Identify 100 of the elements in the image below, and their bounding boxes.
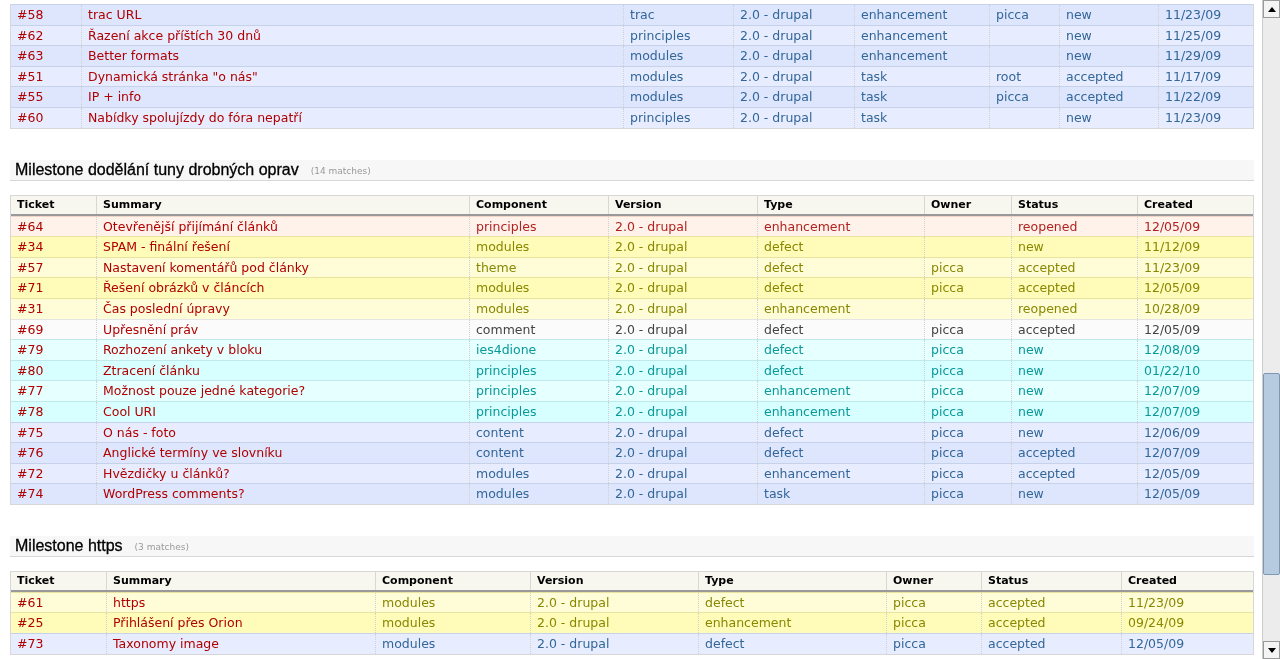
table-cell: ies4dione [476, 342, 537, 358]
column-header[interactable]: Type [757, 195, 924, 214]
ticket-row[interactable]: #77 Možnost pouze jedné kategorie? principles 2.0 - drupal enhancement picca new 12/07/09 [11, 380, 1253, 401]
ticket-link[interactable]: #55 [17, 89, 44, 105]
ticket-link[interactable]: #72 [17, 465, 44, 481]
summary-link[interactable]: Dynamická stránka "o nás" [88, 68, 258, 84]
ticket-link[interactable]: #69 [17, 321, 44, 337]
ticket-row[interactable]: #79 Rozhození ankety v bloku ies4dione 2.0 - drupal defect picca new 12/08/09 [11, 339, 1253, 360]
table-cell: defect [764, 239, 804, 255]
column-header[interactable]: Version [530, 571, 698, 590]
ticket-link[interactable]: #76 [17, 445, 44, 461]
ticket-row[interactable]: #60 Nabídky spolujízdy do fóra nepatří principles 2.0 - drupal task new 11/23/09 [11, 106, 1253, 128]
table-cell: 12/05/09 [1128, 636, 1185, 652]
summary-link[interactable]: IP + info [88, 89, 142, 105]
table-cell: new [1018, 362, 1044, 378]
ticket-link[interactable]: #57 [17, 259, 44, 275]
summary-link[interactable]: O nás - foto [103, 424, 176, 440]
column-header[interactable]: Owner [886, 571, 981, 590]
summary-link[interactable]: Otevřenější přijímání článků [103, 218, 278, 234]
summary-link[interactable]: Anglické termíny ve slovníku [103, 445, 283, 461]
table-cell: 12/05/09 [1144, 321, 1201, 337]
scroll-thumb[interactable] [1263, 373, 1280, 575]
table-cell: 12/05/09 [1144, 486, 1201, 502]
summary-link[interactable]: Taxonomy image [113, 636, 219, 652]
column-header[interactable]: Ticket [11, 195, 96, 214]
ticket-row[interactable]: #63 Better formats modules 2.0 - drupal enhancement new 11/29/09 [11, 45, 1253, 66]
ticket-row[interactable]: #57 Nastavení komentářů pod články theme 2.0 - drupal defect picca accepted 11/23/09 [11, 256, 1253, 278]
ticket-row[interactable]: #71 Řešení obrázků v článcích modules 2.0 - drupal defect picca accepted 12/05/09 [11, 277, 1253, 298]
summary-link[interactable]: Upřesnění práv [103, 321, 199, 337]
summary-link[interactable]: Čas poslední úpravy [103, 300, 230, 316]
summary-link[interactable]: WordPress comments? [103, 486, 245, 502]
ticket-link[interactable]: #71 [17, 280, 44, 296]
scroll-down-button[interactable] [1263, 641, 1280, 659]
ticket-link[interactable]: #80 [17, 362, 44, 378]
column-header[interactable]: Component [469, 195, 608, 214]
ticket-link[interactable]: #78 [17, 403, 44, 419]
ticket-row[interactable]: #58 trac URL trac 2.0 - drupal enhancement picca new 11/23/09 [11, 4, 1253, 25]
column-header[interactable]: Ticket [11, 571, 106, 590]
ticket-row[interactable]: #78 Cool URI principles 2.0 - drupal enhancement picca new 12/07/09 [11, 400, 1253, 422]
ticket-link[interactable]: #34 [17, 239, 44, 255]
ticket-row[interactable]: #73 Taxonomy image modules 2.0 - drupal defect picca accepted 12/05/09 [11, 633, 1253, 654]
column-header[interactable]: Status [1011, 195, 1137, 214]
ticket-row[interactable]: #75 O nás - foto content 2.0 - drupal defect picca new 12/06/09 [11, 421, 1253, 443]
ticket-link[interactable]: #73 [17, 636, 44, 652]
ticket-link[interactable]: #74 [17, 486, 44, 502]
ticket-link[interactable]: #64 [17, 218, 44, 234]
ticket-link[interactable]: #63 [17, 48, 44, 64]
ticket-link[interactable]: #51 [17, 68, 44, 84]
summary-link[interactable]: Řazení akce příštích 30 dnů [88, 27, 261, 43]
summary-link[interactable]: Možnost pouze jedné kategorie? [103, 383, 306, 399]
ticket-link[interactable]: #25 [17, 615, 44, 631]
ticket-row[interactable]: #25 Přihlášení přes Orion modules 2.0 - drupal enhancement picca accepted 09/24/09 [11, 612, 1253, 634]
ticket-link[interactable]: #77 [17, 383, 44, 399]
summary-link[interactable]: https [113, 594, 146, 610]
summary-link[interactable]: Nabídky spolujízdy do fóra nepatří [88, 109, 302, 125]
ticket-link[interactable]: #60 [17, 109, 44, 125]
ticket-row[interactable]: #74 WordPress comments? modules 2.0 - drupal task picca new 12/05/09 [11, 483, 1253, 504]
ticket-link[interactable]: #79 [17, 342, 44, 358]
summary-link[interactable]: Přihlášení přes Orion [113, 615, 243, 631]
column-header[interactable]: Type [698, 571, 886, 590]
ticket-row[interactable]: #64 Otevřenější přijímání článků principles 2.0 - drupal enhancement reopened 12/05/09 [11, 215, 1253, 237]
summary-link[interactable]: Hvězdičky u článků? [103, 465, 230, 481]
column-header[interactable]: Status [981, 571, 1121, 590]
ticket-link[interactable]: #31 [17, 300, 44, 316]
ticket-row[interactable]: #76 Anglické termíny ve slovníku content 2.0 - drupal defect picca accepted 12/07/09 [11, 442, 1253, 463]
ticket-row[interactable]: #51 Dynamická stránka "o nás" modules 2.0 - drupal task root accepted 11/17/09 [11, 65, 1253, 87]
column-header[interactable]: Created [1121, 571, 1253, 590]
summary-link[interactable]: SPAM - finální řešení [103, 239, 230, 255]
scrollbar[interactable] [1262, 0, 1280, 659]
column-header[interactable]: Owner [924, 195, 1011, 214]
ticket-row[interactable]: #55 IP + info modules 2.0 - drupal task picca accepted 11/22/09 [11, 86, 1253, 107]
summary-link[interactable]: trac URL [88, 7, 142, 22]
summary-link[interactable]: Řešení obrázků v článcích [103, 280, 265, 296]
ticket-row[interactable]: #62 Řazení akce příštích 30 dnů principles 2.0 - drupal enhancement new 11/25/09 [11, 24, 1253, 46]
ticket-row[interactable]: #72 Hvězdičky u článků? modules 2.0 - drupal enhancement picca accepted 12/05/09 [11, 462, 1253, 484]
summary-link[interactable]: Cool URI [103, 403, 156, 419]
column-header[interactable]: Created [1137, 195, 1253, 214]
ticket-link[interactable]: #58 [17, 7, 44, 22]
ticket-link[interactable]: #75 [17, 424, 44, 440]
table-cell: 2.0 - drupal [615, 259, 688, 275]
summary-link[interactable]: Rozhození ankety v bloku [103, 342, 263, 358]
table-cell: 2.0 - drupal [615, 239, 688, 255]
table-cell: 11/23/09 [1165, 109, 1222, 125]
column-header[interactable]: Summary [96, 195, 469, 214]
ticket-row[interactable]: #80 Ztracení článku principles 2.0 - drupal defect picca new 01/22/10 [11, 359, 1253, 381]
ticket-row[interactable]: #31 Čas poslední úpravy modules 2.0 - drupal enhancement reopened 10/28/09 [11, 297, 1253, 319]
summary-link[interactable]: Better formats [88, 48, 180, 64]
ticket-row[interactable]: #61 https modules 2.0 - drupal defect picca accepted 11/23/09 [11, 591, 1253, 613]
table-cell: picca [931, 486, 964, 502]
column-header[interactable]: Component [375, 571, 530, 590]
ticket-row[interactable]: #34 SPAM - finální řešení modules 2.0 - drupal defect new 11/12/09 [11, 236, 1253, 257]
ticket-row[interactable]: #69 Upřesnění práv comment 2.0 - drupal defect picca accepted 12/05/09 [11, 318, 1253, 340]
ticket-link[interactable]: #61 [17, 594, 44, 610]
ticket-link[interactable]: #62 [17, 27, 44, 43]
column-header[interactable]: Summary [106, 571, 375, 590]
scroll-up-button[interactable] [1263, 0, 1280, 18]
table-cell: 11/23/09 [1144, 259, 1201, 275]
column-header[interactable]: Version [608, 195, 757, 214]
summary-link[interactable]: Nastavení komentářů pod články [103, 259, 309, 275]
summary-link[interactable]: Ztracení článku [103, 362, 200, 378]
